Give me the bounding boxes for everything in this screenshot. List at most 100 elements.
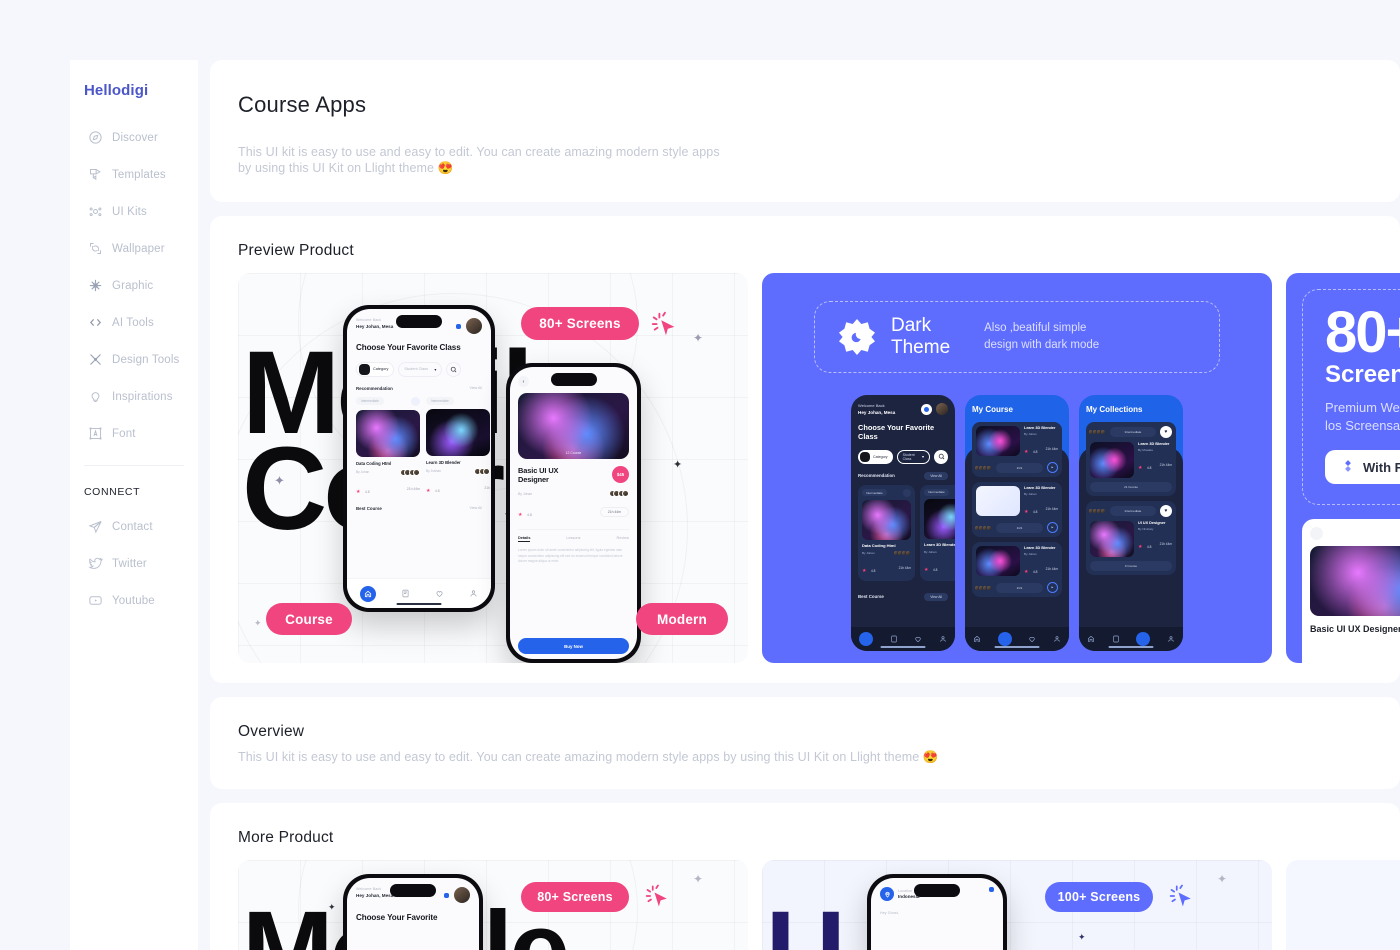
nav-home-icon[interactable] — [359, 585, 376, 602]
collection-card[interactable]: Intermediate ♥ Learn 3D Blender By Mosak… — [1086, 422, 1176, 496]
view-all-link[interactable]: View All — [469, 506, 482, 510]
course-card[interactable]: Intermediate Learn 3D Blender By Joshan — [426, 396, 490, 498]
nav-home-icon[interactable] — [1087, 630, 1095, 648]
dark-course-row[interactable]: Learn 3D Blender By Johan ★ 4.8 21h 44m — [972, 422, 1062, 477]
class-dropdown[interactable]: Student Class ▾ — [896, 449, 930, 464]
tab-review[interactable]: Review — [617, 536, 629, 542]
dark-phone-collections[interactable]: My Collections Intermediate ♥ Learn 3D B… — [1079, 395, 1183, 651]
enrolled-avatars — [974, 584, 992, 591]
more-slide-2[interactable]: U — [762, 860, 1272, 950]
notification-icon[interactable] — [921, 403, 932, 415]
course-title: Data Coding Html — [862, 542, 896, 548]
nav-profile-icon[interactable] — [1053, 630, 1061, 648]
dark-phone-home[interactable]: Welcome Back Hey Johan, Mesa Choose Your… — [851, 395, 955, 651]
heart-icon[interactable]: ♥ — [1160, 426, 1172, 438]
collection-card[interactable]: Intermediate ♥ UI UX Designer By Nimbaty — [1086, 501, 1176, 575]
buy-now-button[interactable]: Buy Now — [518, 638, 629, 654]
nav-profile-icon[interactable] — [939, 630, 947, 648]
nav-favorites-icon[interactable] — [1136, 632, 1151, 646]
more-product-carousel[interactable]: Mobile Welcome Back Hey Johan, Mesa — [238, 860, 1400, 950]
badge-screens: 100+ Screens — [1045, 882, 1153, 912]
nav-courses-icon[interactable] — [997, 632, 1012, 646]
bookmark-icon[interactable] — [411, 396, 420, 406]
preview-carousel[interactable]: Mobile Course ✦ ✦ ✦ ✦ ✦ ✦ — [238, 273, 1400, 683]
phone-mockup-home[interactable]: Welcome Back Hey Johan, Mesa Choose Your… — [343, 305, 495, 612]
preview-slide-dark[interactable]: Dark Theme Also ,beatiful simple design … — [762, 273, 1272, 663]
sidebar-item-wallpaper[interactable]: Wallpaper — [70, 230, 198, 267]
phone-mockup[interactable]: Location Indonesia Hey Ghost, — [867, 874, 1007, 950]
bookmark-icon[interactable] — [903, 488, 911, 497]
overview-card: Overview This UI kit is easy to use and … — [210, 697, 1400, 789]
dark-course-card[interactable]: Intermediate Learn 3D Blender By Johan ★… — [920, 484, 955, 581]
sidebar-item-templates[interactable]: Templates — [70, 156, 198, 193]
enrolled-avatars — [893, 549, 911, 556]
page-description-line1: This UI kit is easy to use and easy to e… — [238, 145, 720, 159]
play-icon[interactable]: ▶ — [1047, 462, 1058, 473]
avatar[interactable] — [454, 887, 470, 903]
sidebar-item-design-tools[interactable]: Design Tools — [70, 341, 198, 378]
course-duration: 21h 44m — [898, 565, 911, 570]
class-dropdown[interactable]: Student Class ▾ — [398, 361, 443, 377]
sidebar-item-discover[interactable]: Discover — [70, 119, 198, 156]
home-indicator — [994, 645, 1040, 648]
avatar[interactable] — [936, 403, 948, 415]
dark-phone-my-course[interactable]: My Course Learn 3D Blender By Johan ★ 4.… — [965, 395, 1069, 651]
sidebar-item-inspirations[interactable]: Inspirations — [70, 378, 198, 415]
phone-mockup[interactable]: Welcome Back Hey Johan, Mesa Choose Your… — [343, 874, 483, 950]
phone-notch — [390, 884, 436, 897]
view-all-link[interactable]: View All — [924, 592, 948, 601]
search-icon[interactable] — [934, 449, 948, 464]
with-figma-button[interactable]: With Figma — [1325, 450, 1400, 485]
tab-details[interactable]: Details — [518, 536, 531, 543]
dark-course-row[interactable]: Learn 3D Blender By Johan ★ 4.8 21h 44m — [972, 542, 1062, 597]
play-icon[interactable]: ▶ — [1047, 582, 1058, 593]
play-icon[interactable]: ▶ — [1047, 522, 1058, 533]
nav-home-icon[interactable] — [859, 632, 874, 646]
nav-profile-icon[interactable] — [469, 585, 478, 603]
avatar[interactable] — [466, 318, 482, 334]
course-author: By Johan — [1024, 492, 1037, 496]
phone-mockup-detail[interactable]: ‹ 12 Course Basic UI UX Designer $45 By … — [506, 363, 641, 663]
heart-icon[interactable]: ♥ — [1160, 505, 1172, 517]
sidebar-item-graphic[interactable]: Graphic — [70, 267, 198, 304]
sidebar-item-label: Contact — [112, 520, 153, 533]
sidebar-item-contact[interactable]: Contact — [70, 508, 198, 545]
notification-dot — [989, 887, 994, 892]
nav-favorites-icon[interactable] — [435, 585, 444, 603]
search-icon[interactable] — [446, 361, 462, 377]
app-logo[interactable]: Hellodigi — [70, 82, 198, 99]
preview-slide-light[interactable]: Mobile Course ✦ ✦ ✦ ✦ ✦ ✦ — [238, 273, 748, 663]
dark-theme-sub-line2: design with dark mode — [984, 339, 1100, 351]
category-chip[interactable]: Category — [858, 449, 893, 464]
nav-courses-icon[interactable] — [401, 585, 410, 603]
nav-home-icon[interactable] — [973, 630, 981, 648]
screens-desc-line1: Premium Well Designed — [1325, 400, 1400, 416]
cursor-sparkle-icon — [1168, 882, 1196, 915]
screens-phone-card[interactable]: Basic UI UX Designer — [1302, 519, 1400, 663]
course-author: By Johan — [924, 549, 937, 554]
card-title: Basic UI UX Designer — [1310, 624, 1400, 635]
page-title: Course Apps — [238, 92, 367, 117]
tab-lessons[interactable]: Lessons — [566, 536, 580, 542]
sidebar-item-ai-tools[interactable]: AI Tools — [70, 304, 198, 341]
sidebar-item-font[interactable]: Font — [70, 415, 198, 452]
view-all-link[interactable]: View All — [469, 386, 482, 390]
course-card[interactable]: Intermediate Data Coding Html By Johan ★… — [356, 396, 420, 498]
star-icon: ★ — [356, 488, 361, 495]
view-all-link[interactable]: View All — [924, 471, 948, 480]
more-slide-1[interactable]: Mobile Welcome Back Hey Johan, Mesa — [238, 860, 748, 950]
course-duration: 21h 44m — [1159, 463, 1172, 467]
preview-slide-screens[interactable]: 80+ Screens Premium Well Designed los Sc… — [1286, 273, 1400, 663]
more-slide-3[interactable] — [1286, 860, 1400, 950]
nav-profile-icon[interactable] — [1167, 630, 1175, 648]
course-thumbnail — [356, 409, 420, 457]
back-button[interactable]: ‹ — [518, 376, 529, 387]
main-content: Course Apps This UI kit is easy to use a… — [210, 60, 1400, 950]
dark-course-card[interactable]: Intermediate Data Coding Html By Johan ★… — [858, 484, 915, 581]
category-chip[interactable]: Category — [356, 361, 395, 377]
sidebar-item-youtube[interactable]: Youtube — [70, 582, 198, 619]
sidebar-item-ui-kits[interactable]: UI Kits — [70, 193, 198, 230]
dark-course-row[interactable]: Learn 3D Blender By Johan ★ 4.8 21h 44m — [972, 482, 1062, 537]
sidebar-item-twitter[interactable]: Twitter — [70, 545, 198, 582]
sidebar-item-label: Templates — [112, 168, 166, 181]
